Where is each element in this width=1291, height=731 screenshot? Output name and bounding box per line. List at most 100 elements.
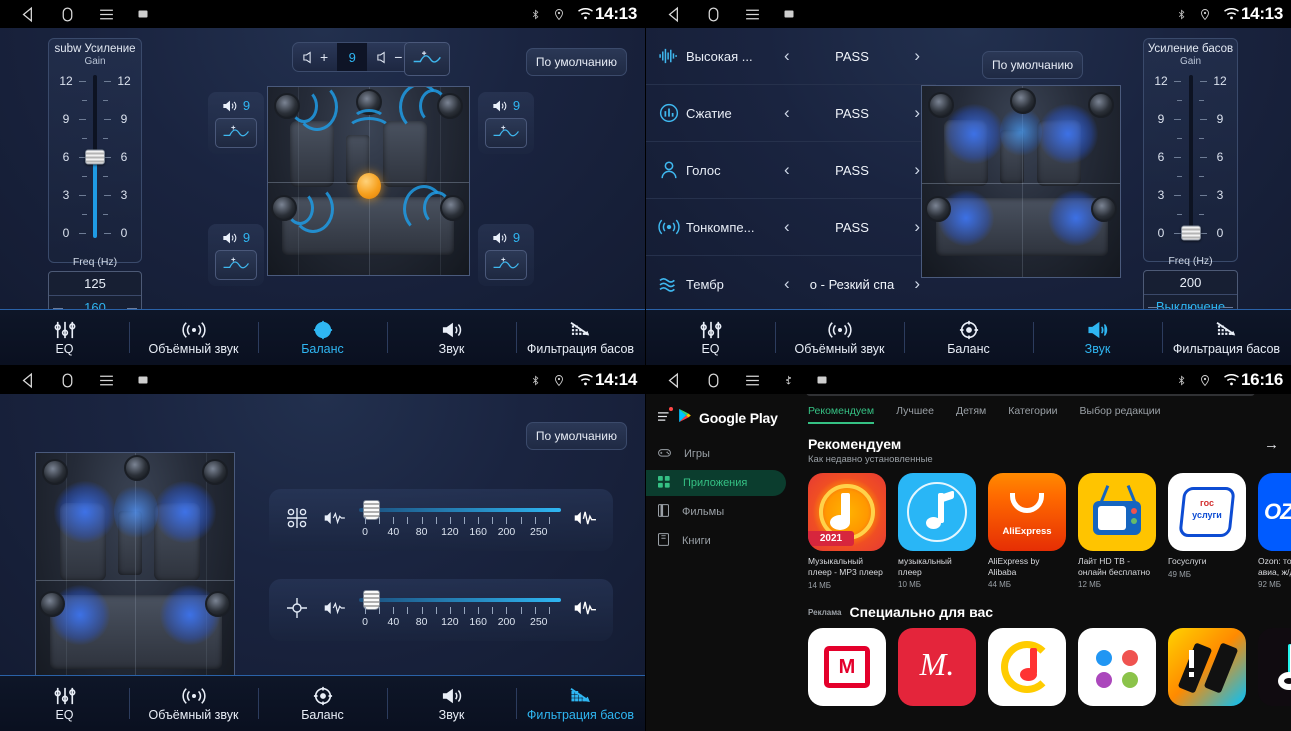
app-card[interactable]	[988, 628, 1066, 706]
menu-icon[interactable]	[744, 6, 761, 23]
nav-item-sound[interactable]: Звук	[387, 310, 516, 365]
app-card[interactable]	[1078, 628, 1156, 706]
nav-item-balance[interactable]: Баланс	[904, 310, 1033, 365]
status-bar-indicators: 14:13	[1176, 4, 1283, 24]
sound-row-loudness[interactable]: Тонкомпе... ‹ PASS ›	[646, 199, 936, 256]
car-balance-diagram[interactable]	[267, 86, 470, 276]
default-button[interactable]: По умолчанию	[525, 48, 627, 76]
back-icon[interactable]	[20, 372, 37, 389]
sidebar-item-apps[interactable]: Приложения	[646, 470, 786, 496]
play-brand-text: Google Play	[699, 410, 778, 426]
menu-icon[interactable]	[98, 372, 115, 389]
speaker-pod-front-left[interactable]: 9	[208, 92, 264, 154]
home-icon[interactable]	[59, 6, 76, 23]
sound-row-compression[interactable]: Сжатие ‹ PASS ›	[646, 85, 936, 142]
back-icon[interactable]	[666, 372, 683, 389]
bass-freq-option[interactable]: 200	[1144, 271, 1237, 294]
menu-icon[interactable]	[98, 6, 115, 23]
home-icon[interactable]	[59, 372, 76, 389]
sound-row-label: Высокая ...	[686, 48, 753, 64]
nav-item-balance[interactable]: Баланс	[258, 310, 387, 365]
bass-gain-slider[interactable]: 12 9 6 3 0 12 9 6 3 0	[1144, 69, 1237, 244]
back-icon[interactable]	[666, 6, 683, 23]
screenshot-icon[interactable]	[137, 8, 149, 20]
prev-chevron-icon[interactable]: ‹	[778, 103, 796, 123]
home-icon[interactable]	[705, 6, 722, 23]
app-card[interactable]: Лайт HD ТВ - онлайн бесплатно 12 МБ	[1078, 473, 1156, 590]
volume-increase-button[interactable]: +	[293, 43, 337, 71]
crossover-slider-speakers[interactable]: 0 40 80 120 160 200 250	[359, 497, 561, 543]
bass-gain-thumb[interactable]	[1180, 225, 1201, 241]
sidebar-item-books[interactable]: Книги	[646, 528, 786, 554]
app-card[interactable]: OZ 24 /7 N Ozon: товары, авиа, ж/д билет…	[1258, 473, 1291, 590]
prev-chevron-icon[interactable]: ‹	[778, 217, 796, 237]
section-more-arrow-icon[interactable]: →	[1264, 436, 1279, 453]
speaker-eq-button[interactable]	[215, 250, 257, 280]
gain-thumb[interactable]	[85, 149, 105, 165]
nav-item-eq[interactable]: EQ	[0, 310, 129, 365]
tab-top[interactable]: Лучшее	[896, 405, 934, 424]
play-main: Поиск игр и приложений Рекомендуем Лучше…	[796, 394, 1291, 731]
speaker-pod-rear-right[interactable]: 9	[478, 224, 534, 286]
sidebar-item-games[interactable]: Игры	[646, 441, 786, 467]
nav-item-bass-filter[interactable]: Фильтрация басов	[516, 676, 645, 731]
nav-item-surround[interactable]: Объёмный звук	[775, 310, 904, 365]
app-card[interactable]: M.	[898, 628, 976, 706]
speaker-level-row: 9	[222, 230, 250, 245]
wifi-icon	[577, 7, 594, 21]
app-card[interactable]	[1258, 628, 1291, 706]
tab-categories[interactable]: Категории	[1008, 405, 1057, 424]
app-card[interactable]	[1168, 628, 1246, 706]
nav-item-sound[interactable]: Звук	[387, 676, 516, 731]
volume-stepper[interactable]: + 9 −	[292, 42, 413, 72]
app-card[interactable]: AliExpress AliExpress by Alibaba 44 МБ	[988, 473, 1066, 590]
prev-chevron-icon[interactable]: ‹	[778, 274, 796, 294]
nav-item-balance[interactable]: Баланс	[258, 676, 387, 731]
low-pass-icon	[323, 510, 347, 531]
app-card[interactable]: М	[808, 628, 886, 706]
prev-chevron-icon[interactable]: ‹	[778, 46, 796, 66]
nav-item-bass-filter[interactable]: Фильтрация басов	[516, 310, 645, 365]
volume-eq-curve-button[interactable]	[404, 42, 450, 76]
next-chevron-icon[interactable]: ›	[908, 46, 926, 66]
freq-option[interactable]: 125	[49, 272, 141, 295]
sidebar-label: Приложения	[683, 477, 748, 489]
nav-item-eq[interactable]: EQ	[0, 676, 129, 731]
screenshot-icon[interactable]	[783, 8, 795, 20]
home-icon[interactable]	[705, 372, 722, 389]
speaker-pod-front-right[interactable]: 9	[478, 92, 534, 154]
balance-icon	[313, 686, 332, 705]
speaker-pod-rear-left[interactable]: 9	[208, 224, 264, 286]
sound-row-timbre[interactable]: Тембр ‹ о - Резкий спа ›	[646, 256, 936, 313]
menu-icon[interactable]	[744, 372, 761, 389]
app-card[interactable]: гос услуги Госуслуги 49 МБ	[1168, 473, 1246, 590]
nav-item-surround[interactable]: Объёмный звук	[129, 676, 258, 731]
speaker-eq-button[interactable]	[215, 118, 257, 148]
crossover-slider-subwoofer[interactable]: 0 40 80 120 160 200 250	[359, 587, 561, 633]
prev-chevron-icon[interactable]: ‹	[778, 160, 796, 180]
nav-item-surround[interactable]: Объёмный звук	[129, 310, 258, 365]
balance-position-marker[interactable]	[357, 173, 381, 199]
tab-editors-choice[interactable]: Выбор редакции	[1080, 405, 1161, 424]
gain-slider[interactable]: 12 9 6 3 0 12 9 6 3 0	[49, 69, 141, 244]
nav-item-bass-filter[interactable]: Фильтрация басов	[1162, 310, 1291, 365]
app-card[interactable]: 2021 Музыкальный плеер - MP3 плеер , Пле…	[808, 473, 886, 590]
tab-kids[interactable]: Детям	[956, 405, 986, 424]
tab-recommended[interactable]: Рекомендуем	[808, 405, 875, 424]
nav-item-eq[interactable]: EQ	[646, 310, 775, 365]
screenshot-icon[interactable]	[816, 374, 828, 386]
sidebar-item-movies[interactable]: Фильмы	[646, 499, 786, 525]
search-input[interactable]: Поиск игр и приложений	[806, 394, 1255, 396]
mvideo-icon: M.	[898, 628, 976, 706]
default-button[interactable]: По умолчанию	[982, 51, 1084, 79]
hamburger-icon[interactable]	[658, 407, 673, 427]
sound-row-high[interactable]: Высокая ... ‹ PASS ›	[646, 28, 936, 85]
screenshot-icon[interactable]	[137, 374, 149, 386]
sound-row-voice[interactable]: Голос ‹ PASS ›	[646, 142, 936, 199]
app-card[interactable]: музыкальный плеер 10 МБ	[898, 473, 976, 590]
default-button[interactable]: По умолчанию	[525, 422, 627, 450]
speaker-eq-button[interactable]	[485, 250, 527, 280]
back-icon[interactable]	[20, 6, 37, 23]
nav-item-sound[interactable]: Звук	[1033, 310, 1162, 365]
speaker-eq-button[interactable]	[485, 118, 527, 148]
